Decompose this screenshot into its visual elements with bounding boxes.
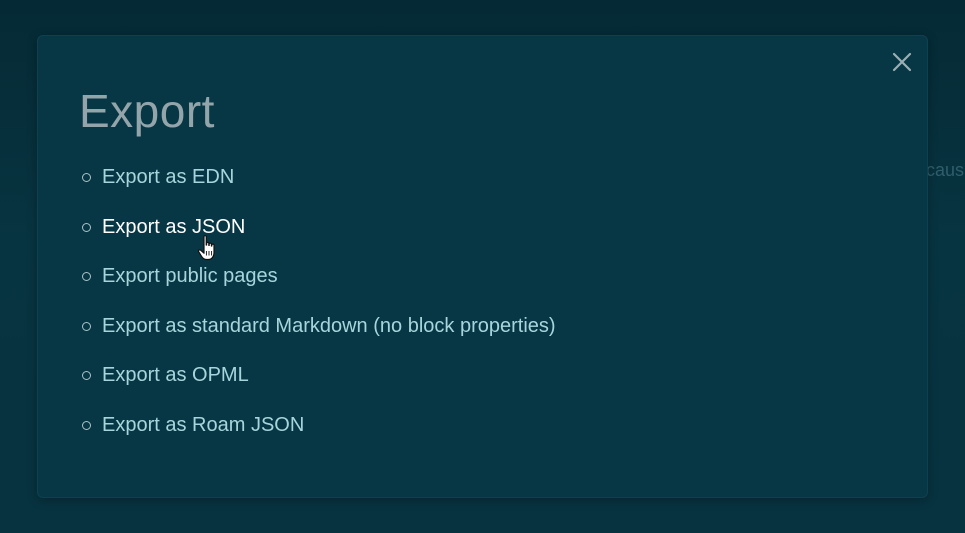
close-button[interactable] [890,50,914,74]
export-public-pages-link[interactable]: Export public pages [102,263,278,289]
background-partial-text: caus [926,160,965,180]
bullet-icon [82,321,91,331]
export-roam-json-link[interactable]: Export as Roam JSON [102,412,304,438]
export-option-roam-json: Export as Roam JSON [82,412,556,462]
export-option-edn: Export as EDN [82,164,556,214]
bullet-icon [82,222,91,232]
export-option-public-pages: Export public pages [82,263,556,313]
bullet-icon [82,420,91,430]
bullet-icon [82,173,91,182]
bullet-icon [82,371,91,381]
export-option-markdown: Export as standard Markdown (no block pr… [82,313,556,363]
close-icon [892,52,912,72]
modal-title: Export [79,85,215,137]
export-option-json: Export as JSON [82,214,556,264]
hand-pointer-icon [197,235,215,261]
export-markdown-link[interactable]: Export as standard Markdown (no block pr… [102,313,556,339]
export-modal: Export Export as EDN Export as JSON Expo… [37,35,928,498]
export-opml-link[interactable]: Export as OPML [102,362,249,388]
export-json-link[interactable]: Export as JSON [102,214,245,240]
export-option-opml: Export as OPML [82,362,556,412]
export-edn-link[interactable]: Export as EDN [102,164,234,190]
export-options-list: Export as EDN Export as JSON Export publ… [82,164,556,462]
bullet-icon [82,272,91,282]
